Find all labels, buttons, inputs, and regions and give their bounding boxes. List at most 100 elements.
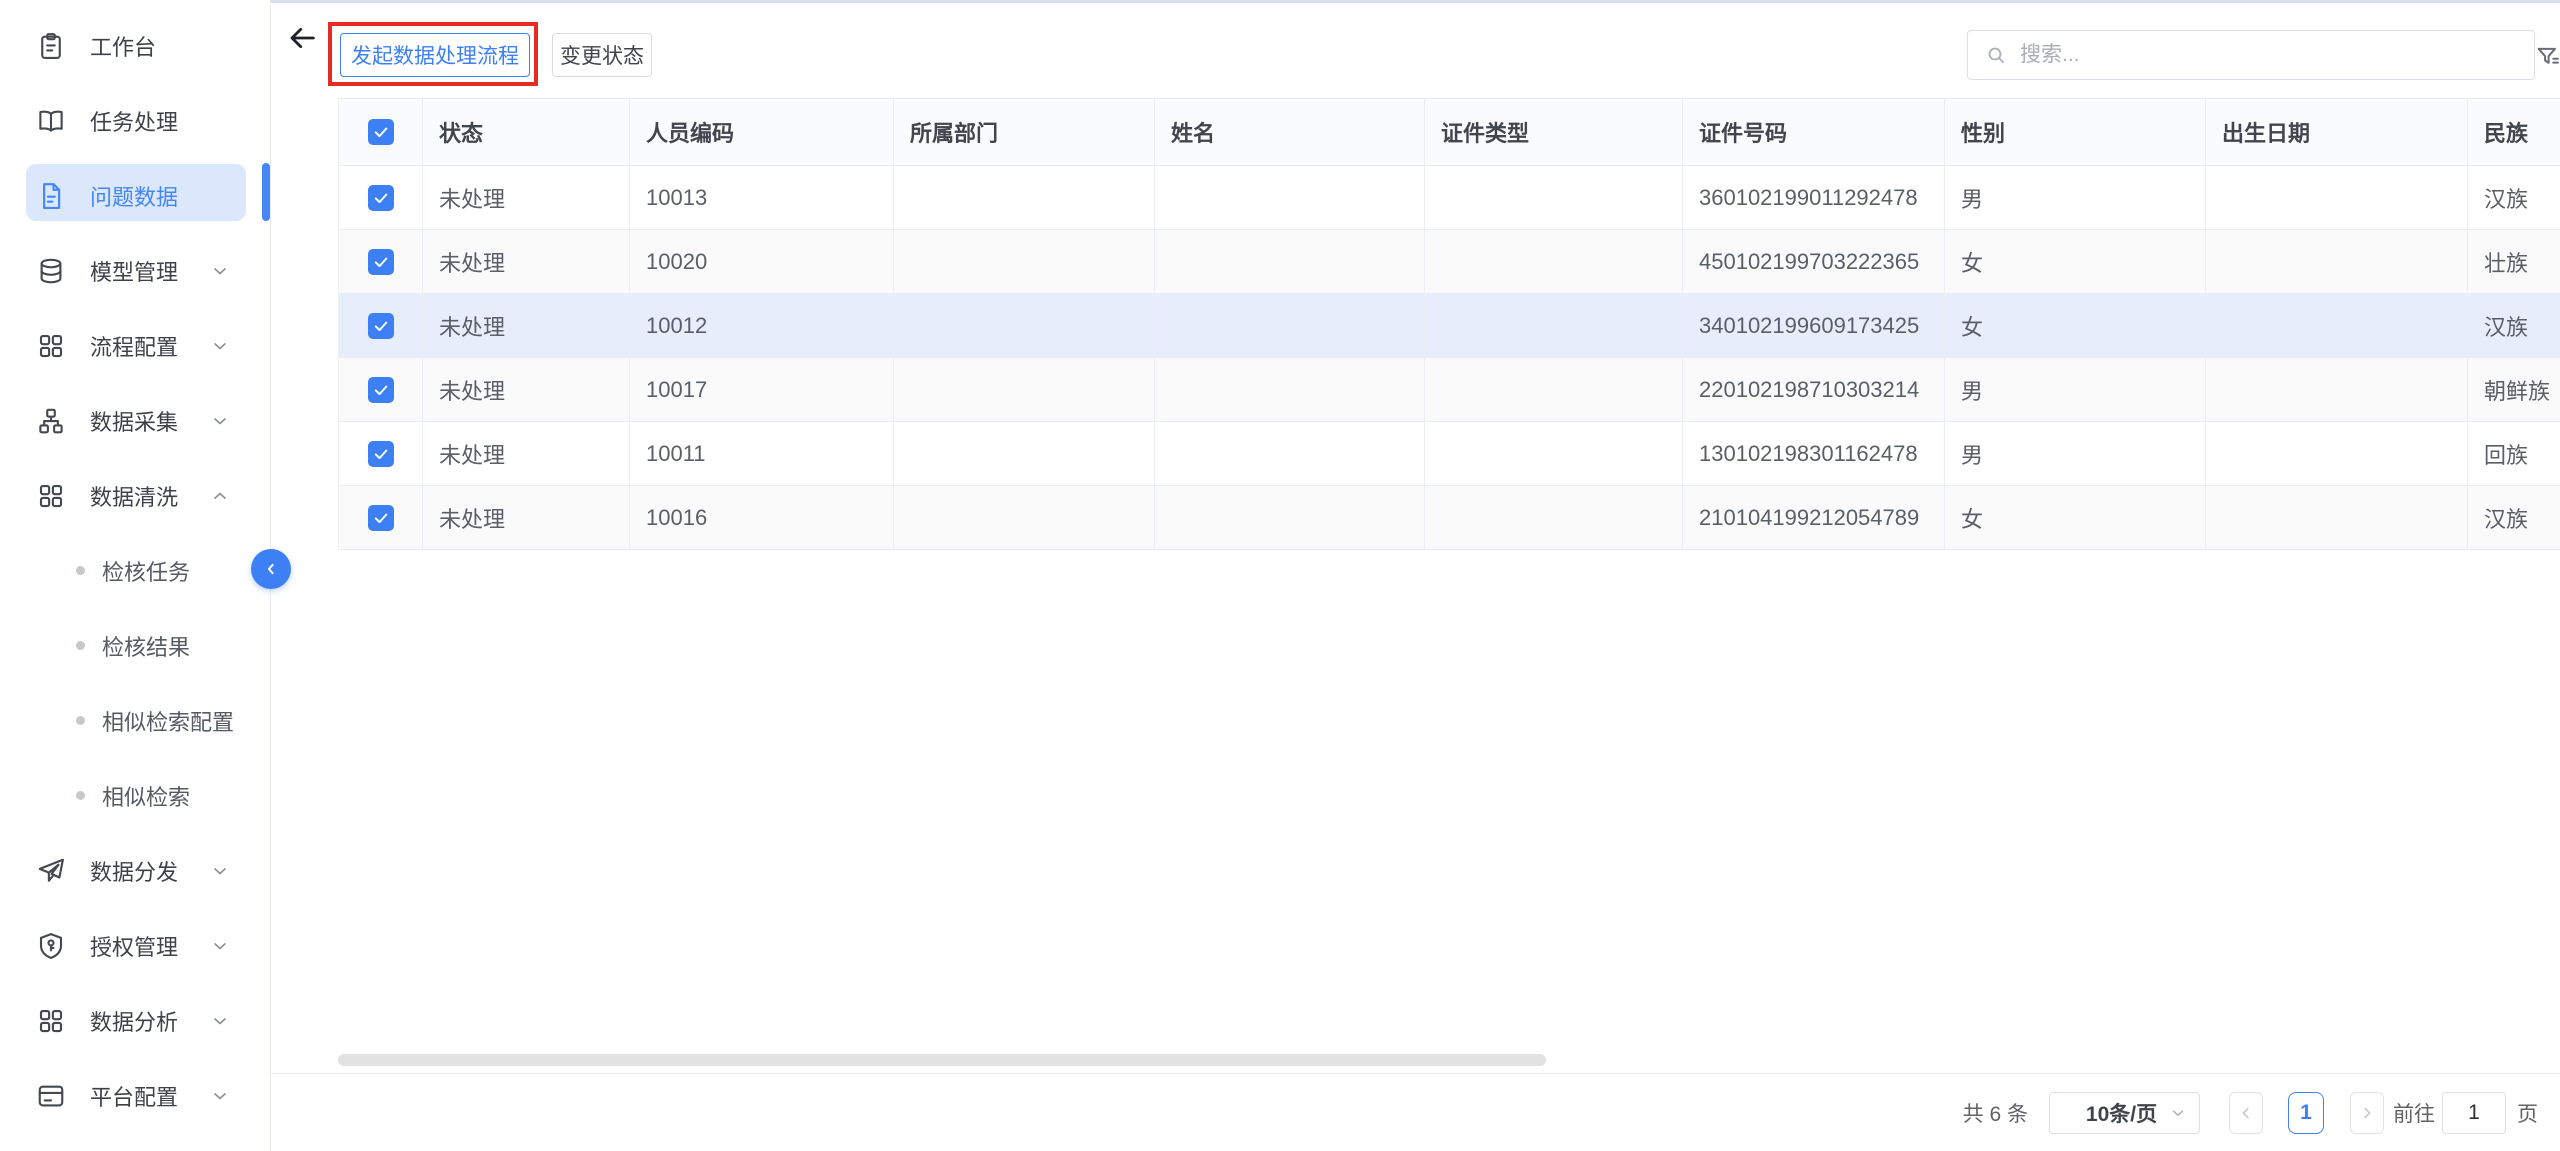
sidebar-subitem-check-task[interactable]: 检核任务 (0, 533, 270, 608)
table-row-selected[interactable]: 未处理 10012 340102199609173425 女 汉族 (339, 294, 2560, 358)
back-button[interactable] (286, 20, 322, 56)
paper-plane-icon (36, 856, 66, 886)
cell-birth-date (2206, 486, 2468, 550)
page-number-button[interactable]: 1 (2288, 1092, 2324, 1134)
sidebar-subitem-similar-search[interactable]: 相似检索 (0, 758, 270, 833)
table-row[interactable]: 未处理 10017 220102198710303214 男 朝鲜族 (339, 358, 2560, 422)
horizontal-scrollbar-thumb[interactable] (338, 1054, 1546, 1066)
cell-code: 10016 (630, 486, 894, 550)
cell-id-number: 450102199703222365 (1683, 230, 1945, 294)
cell-code: 10012 (630, 294, 894, 358)
bullet-icon (76, 641, 85, 650)
change-status-button[interactable]: 变更状态 (552, 33, 652, 77)
sidebar-item-task-processing[interactable]: 任务处理 (0, 83, 270, 158)
search-box[interactable] (1967, 30, 2535, 80)
cell-gender: 男 (1945, 358, 2206, 422)
table-row[interactable]: 未处理 10013 360102199011292478 男 汉族 (339, 166, 2560, 230)
table-row[interactable]: 未处理 10020 450102199703222365 女 壮族 (339, 230, 2560, 294)
page-size-select[interactable]: 10条/页 (2049, 1092, 2200, 1134)
row-checkbox[interactable] (368, 185, 394, 211)
chevron-down-icon (2169, 1104, 2187, 1122)
cell-checkbox (339, 166, 423, 230)
cell-checkbox (339, 358, 423, 422)
chevron-up-icon (210, 486, 230, 506)
header-cell: 民族 (2468, 99, 2560, 166)
cell-status: 未处理 (423, 166, 630, 230)
sidebar-item-label: 数据分析 (90, 1005, 186, 1037)
sidebar-item-label: 平台配置 (90, 1080, 186, 1112)
cell-department (894, 358, 1155, 422)
sidebar-item-workbench[interactable]: 工作台 (0, 8, 270, 83)
table-row[interactable]: 未处理 10011 130102198301162478 男 回族 (339, 422, 2560, 486)
header-cell: 状态 (423, 99, 630, 166)
header-cell: 性别 (1945, 99, 2206, 166)
data-table: 状态 人员编码 所属部门 姓名 证件类型 证件号码 性别 出生日期 民族 未处理… (338, 98, 2560, 550)
table-header-row: 状态 人员编码 所属部门 姓名 证件类型 证件号码 性别 出生日期 民族 (339, 98, 2560, 166)
sidebar-item-data-analysis[interactable]: 数据分析 (0, 983, 270, 1058)
cell-ethnicity: 汉族 (2468, 294, 2560, 358)
start-data-process-button[interactable]: 发起数据处理流程 (340, 33, 530, 77)
sidebar-item-platform-config[interactable]: 平台配置 (0, 1058, 270, 1133)
cell-birth-date (2206, 230, 2468, 294)
row-checkbox[interactable] (368, 441, 394, 467)
sidebar-subitem-similar-search-config[interactable]: 相似检索配置 (0, 683, 270, 758)
shield-key-icon (36, 931, 66, 961)
bullet-icon (76, 716, 85, 725)
cell-status: 未处理 (423, 230, 630, 294)
pagination: 共 6 条 10条/页 1 前往 页 (271, 1074, 2560, 1151)
cell-status: 未处理 (423, 422, 630, 486)
database-icon (36, 256, 66, 286)
cell-id-number: 340102199609173425 (1683, 294, 1945, 358)
cell-birth-date (2206, 294, 2468, 358)
row-checkbox[interactable] (368, 505, 394, 531)
row-checkbox[interactable] (368, 313, 394, 339)
sidebar-item-data-cleaning[interactable]: 数据清洗 (0, 458, 270, 533)
sidebar-item-data-collection[interactable]: 数据采集 (0, 383, 270, 458)
sidebar-item-label: 流程配置 (90, 330, 186, 362)
chevron-right-icon (2358, 1104, 2376, 1122)
header-cell: 证件类型 (1425, 99, 1683, 166)
top-divider (271, 0, 2560, 3)
prev-page-button[interactable] (2229, 1092, 2263, 1134)
sidebar-subitem-check-result[interactable]: 检核结果 (0, 608, 270, 683)
card-icon (36, 1081, 66, 1111)
cell-checkbox (339, 294, 423, 358)
sidebar-collapse-button[interactable] (251, 549, 291, 589)
sidebar-subitem-label: 检核任务 (102, 555, 190, 587)
cell-id-number: 210104199212054789 (1683, 486, 1945, 550)
next-page-button[interactable] (2350, 1092, 2384, 1134)
grid-icon (36, 1006, 66, 1036)
sidebar-item-label: 数据分发 (90, 855, 186, 887)
search-input[interactable] (2020, 43, 2518, 67)
cell-name (1155, 422, 1425, 486)
hierarchy-icon (36, 406, 66, 436)
chevron-down-icon (210, 261, 230, 281)
row-checkbox[interactable] (368, 249, 394, 275)
chevron-down-icon (210, 1086, 230, 1106)
select-all-checkbox[interactable] (368, 119, 394, 145)
sidebar-nav: 工作台 任务处理 问题数据 模型管理 流程配置 (0, 0, 270, 1133)
cell-ethnicity: 朝鲜族 (2468, 358, 2560, 422)
goto-label: 前往 (2393, 1098, 2435, 1128)
sidebar-item-problem-data[interactable]: 问题数据 (0, 158, 270, 233)
table-row[interactable]: 未处理 10016 210104199212054789 女 汉族 (339, 486, 2560, 550)
main-content: 发起数据处理流程 变更状态 状态 人员编码 所属部门 姓名 证件类型 证件号码 … (271, 0, 2560, 1151)
cell-ethnicity: 回族 (2468, 422, 2560, 486)
header-cell: 所属部门 (894, 99, 1155, 166)
open-book-icon (36, 106, 66, 136)
cell-id-type (1425, 166, 1683, 230)
sidebar-item-authorization[interactable]: 授权管理 (0, 908, 270, 983)
cell-status: 未处理 (423, 294, 630, 358)
goto-page-input[interactable] (2442, 1092, 2506, 1134)
page-size-value: 10条/页 (2074, 1098, 2169, 1128)
cell-checkbox (339, 230, 423, 294)
chevron-down-icon (210, 1011, 230, 1031)
sidebar-item-model-management[interactable]: 模型管理 (0, 233, 270, 308)
filter-button[interactable] (2534, 42, 2560, 72)
sidebar-item-label: 任务处理 (90, 105, 230, 137)
sidebar-item-process-config[interactable]: 流程配置 (0, 308, 270, 383)
cell-status: 未处理 (423, 358, 630, 422)
sidebar-item-data-distribution[interactable]: 数据分发 (0, 833, 270, 908)
row-checkbox[interactable] (368, 377, 394, 403)
sidebar-item-label: 工作台 (90, 30, 230, 62)
